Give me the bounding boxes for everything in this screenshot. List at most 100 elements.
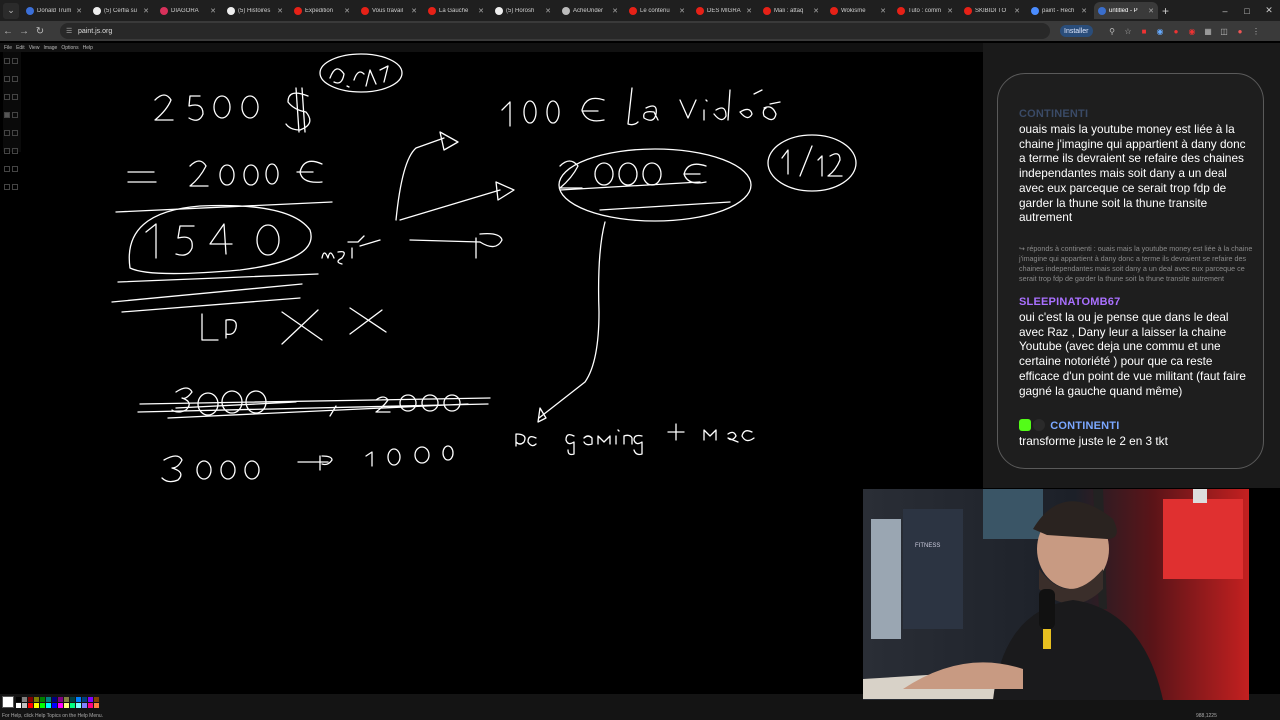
rounded-rect-tool-icon[interactable] [12, 184, 18, 190]
tab-close-icon[interactable]: ✕ [545, 7, 551, 15]
paint-canvas[interactable] [23, 52, 983, 593]
palette-color-swatch[interactable] [34, 697, 39, 702]
pdf-extension-icon[interactable]: ■ [1136, 24, 1152, 38]
palette-color-swatch[interactable] [52, 697, 57, 702]
palette-color-swatch[interactable] [58, 697, 63, 702]
tab-search-icon[interactable]: ⌄ [3, 2, 19, 19]
site-info-icon[interactable]: ☰ [66, 27, 72, 35]
text-tool-icon[interactable] [12, 130, 18, 136]
eraser-tool-icon[interactable] [4, 76, 10, 82]
palette-color-swatch[interactable] [22, 697, 27, 702]
palette-color-swatch[interactable] [40, 703, 45, 708]
bookmark-star-icon[interactable]: ☆ [1120, 24, 1136, 38]
magnifier-tool-icon[interactable] [12, 94, 18, 100]
palette-color-swatch[interactable] [94, 697, 99, 702]
browser-tab[interactable]: untitled - P ✕ [1094, 2, 1158, 19]
browser-tab[interactable]: Vous travail ✕ [357, 2, 421, 19]
menu-help[interactable]: Help [83, 45, 93, 51]
browser-tab[interactable]: Le contenu ✕ [625, 2, 689, 19]
browser-tab[interactable]: Wokisme ✕ [826, 2, 890, 19]
maximize-button[interactable]: □ [1236, 0, 1258, 21]
palette-color-swatch[interactable] [82, 697, 87, 702]
ellipse-tool-icon[interactable] [4, 184, 10, 190]
tab-close-icon[interactable]: ✕ [1014, 7, 1020, 15]
tab-close-icon[interactable]: ✕ [813, 7, 819, 15]
tab-close-icon[interactable]: ✕ [679, 7, 685, 15]
palette-color-swatch[interactable] [16, 703, 21, 708]
zoom-icon[interactable]: ⚲ [1104, 24, 1120, 38]
browser-tab[interactable]: paint - Rech ✕ [1027, 2, 1091, 19]
palette-color-swatch[interactable] [34, 703, 39, 708]
install-app-button[interactable]: Installer [1060, 25, 1093, 37]
palette-color-swatch[interactable] [76, 703, 81, 708]
tab-close-icon[interactable]: ✕ [478, 7, 484, 15]
menu-file[interactable]: File [4, 45, 12, 51]
menu-edit[interactable]: Edit [16, 45, 25, 51]
browser-tab[interactable]: (5) Horosh ✕ [491, 2, 555, 19]
sidebar-icon[interactable]: ◫ [1216, 24, 1232, 38]
tab-close-icon[interactable]: ✕ [746, 7, 752, 15]
new-tab-button[interactable]: + [1162, 4, 1169, 18]
tab-close-icon[interactable]: ✕ [1081, 7, 1087, 15]
tab-close-icon[interactable]: ✕ [880, 7, 886, 15]
back-icon[interactable]: ← [0, 26, 16, 37]
palette-color-swatch[interactable] [46, 703, 51, 708]
airbrush-tool-icon[interactable] [4, 130, 10, 136]
browser-tab[interactable]: (5) Histoires ✕ [223, 2, 287, 19]
palette-color-swatch[interactable] [94, 703, 99, 708]
fill-tool-icon[interactable] [12, 76, 18, 82]
browser-tab[interactable]: Tuto : comm ✕ [893, 2, 957, 19]
palette-color-swatch[interactable] [22, 703, 27, 708]
rectangle-tool-icon[interactable] [4, 166, 10, 172]
browser-tab[interactable]: SKIBIDI TO ✕ [960, 2, 1024, 19]
tab-close-icon[interactable]: ✕ [947, 7, 953, 15]
polygon-tool-icon[interactable] [12, 166, 18, 172]
current-colors-icon[interactable] [2, 696, 14, 708]
browser-tab[interactable]: Expedition ✕ [290, 2, 354, 19]
browser-tab[interactable]: DES MIGRA ✕ [692, 2, 756, 19]
browser-tab[interactable]: AcheUnder ✕ [558, 2, 622, 19]
palette-color-swatch[interactable] [70, 703, 75, 708]
rect-select-tool-icon[interactable] [12, 58, 18, 64]
browser-tab[interactable]: La Gauche ✕ [424, 2, 488, 19]
curve-tool-icon[interactable] [12, 148, 18, 154]
minimize-button[interactable]: – [1214, 0, 1236, 21]
browser-tab[interactable]: (5) Cerfia su ✕ [89, 2, 153, 19]
palette-color-swatch[interactable] [40, 697, 45, 702]
menu-view[interactable]: View [29, 45, 40, 51]
palette-color-swatch[interactable] [76, 697, 81, 702]
browser-tab[interactable]: Donald Trum ✕ [22, 2, 86, 19]
tab-close-icon[interactable]: ✕ [344, 7, 350, 15]
palette-color-swatch[interactable] [58, 703, 63, 708]
free-select-tool-icon[interactable] [4, 58, 10, 64]
tab-close-icon[interactable]: ✕ [277, 7, 283, 15]
palette-color-swatch[interactable] [28, 697, 33, 702]
palette-color-swatch[interactable] [70, 697, 75, 702]
extensions-puzzle-icon[interactable]: ▦ [1200, 24, 1216, 38]
tab-close-icon[interactable]: ✕ [612, 7, 618, 15]
browser-tab[interactable]: Mali : attaq ✕ [759, 2, 823, 19]
translate-extension-icon[interactable]: ◉ [1152, 24, 1168, 38]
tab-close-icon[interactable]: ✕ [1148, 7, 1154, 15]
palette-color-swatch[interactable] [64, 697, 69, 702]
tab-close-icon[interactable]: ✕ [76, 7, 82, 15]
close-window-button[interactable]: ✕ [1258, 0, 1280, 21]
palette-color-swatch[interactable] [82, 703, 87, 708]
picker-tool-icon[interactable] [4, 94, 10, 100]
profile-avatar-icon[interactable]: ● [1232, 24, 1248, 38]
forward-icon[interactable]: → [16, 26, 32, 37]
palette-color-swatch[interactable] [52, 703, 57, 708]
more-menu-icon[interactable]: ⋮ [1248, 24, 1264, 38]
tab-close-icon[interactable]: ✕ [143, 7, 149, 15]
recording-extension-icon[interactable]: ◉ [1184, 24, 1200, 38]
tab-close-icon[interactable]: ✕ [411, 7, 417, 15]
menu-options[interactable]: Options [61, 45, 78, 51]
browser-tab[interactable]: DIAGORA ✕ [156, 2, 220, 19]
menu-image[interactable]: Image [43, 45, 57, 51]
line-tool-icon[interactable] [4, 148, 10, 154]
palette-color-swatch[interactable] [64, 703, 69, 708]
reload-icon[interactable]: ↻ [32, 26, 48, 37]
adblock-extension-icon[interactable]: ● [1168, 24, 1184, 38]
palette-color-swatch[interactable] [46, 697, 51, 702]
brush-tool-icon[interactable] [12, 112, 18, 118]
